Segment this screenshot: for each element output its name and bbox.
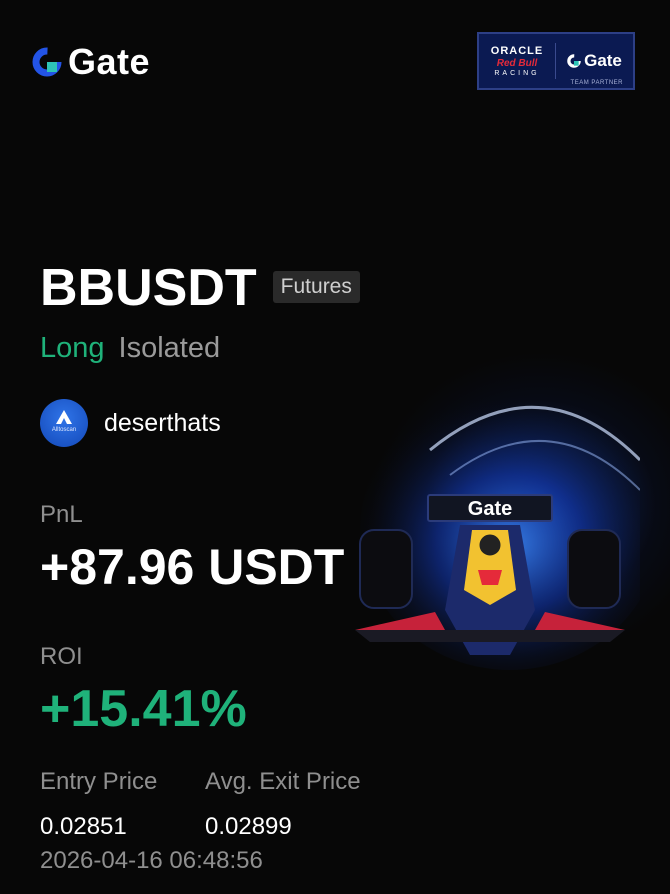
team-partner-badge: ORACLE Red Bull RACING Gate TEAM PARTNER <box>477 32 635 90</box>
gate-brand: Gate <box>32 42 150 82</box>
pnl-share-card: Gate ORACLE Red Bull RACING Gate TEAM PA… <box>0 0 670 894</box>
roi-label: ROI <box>40 643 83 670</box>
exit-price-value: 0.02899 <box>205 813 292 840</box>
avatar: Alltoscan <box>40 399 88 447</box>
partner-subtitle: TEAM PARTNER <box>570 80 623 86</box>
partner-gate-mark: Gate <box>567 51 622 71</box>
exit-price-label: Avg. Exit Price <box>205 768 361 795</box>
position-side: Long <box>40 332 105 364</box>
brand-name: Gate <box>68 41 151 82</box>
partner-brand: Gate <box>584 51 622 70</box>
symbol-row: BBUSDT Futures <box>40 258 360 318</box>
trading-pair: BBUSDT <box>40 259 257 317</box>
gate-small-icon <box>567 54 581 68</box>
partner-line1: ORACLE <box>490 45 544 57</box>
timestamp: 2026-04-16 06:48:56 <box>40 847 263 874</box>
pnl-label: PnL <box>40 501 83 528</box>
price-labels-row: Entry Price Avg. Exit Price <box>40 767 361 797</box>
entry-price-value: 0.02851 <box>40 813 127 840</box>
roi-value: +15.41% <box>40 680 247 738</box>
margin-mode: Isolated <box>118 332 221 364</box>
f1-car-illustration: Gate <box>355 390 640 670</box>
user-row: Alltoscan deserthats <box>40 399 221 447</box>
gate-logo-icon <box>32 47 62 77</box>
entry-price-label: Entry Price <box>40 768 158 795</box>
market-type-badge: Futures <box>272 271 360 303</box>
svg-text:Gate: Gate <box>468 498 512 520</box>
partner-line3: RACING <box>494 70 540 77</box>
partner-gate-logo: Gate TEAM PARTNER <box>556 34 633 88</box>
partner-line2: Red Bull <box>496 58 538 69</box>
price-values-row: 0.02851 0.02899 <box>40 812 292 842</box>
alltoscan-avatar-icon <box>56 410 72 424</box>
redbull-racing-logo: ORACLE Red Bull RACING <box>479 34 555 88</box>
position-mode-row: Long Isolated <box>40 330 220 366</box>
pnl-value: +87.96 USDT <box>40 539 345 595</box>
username: deserthats <box>104 409 221 437</box>
avatar-text: Alltoscan <box>51 427 77 433</box>
